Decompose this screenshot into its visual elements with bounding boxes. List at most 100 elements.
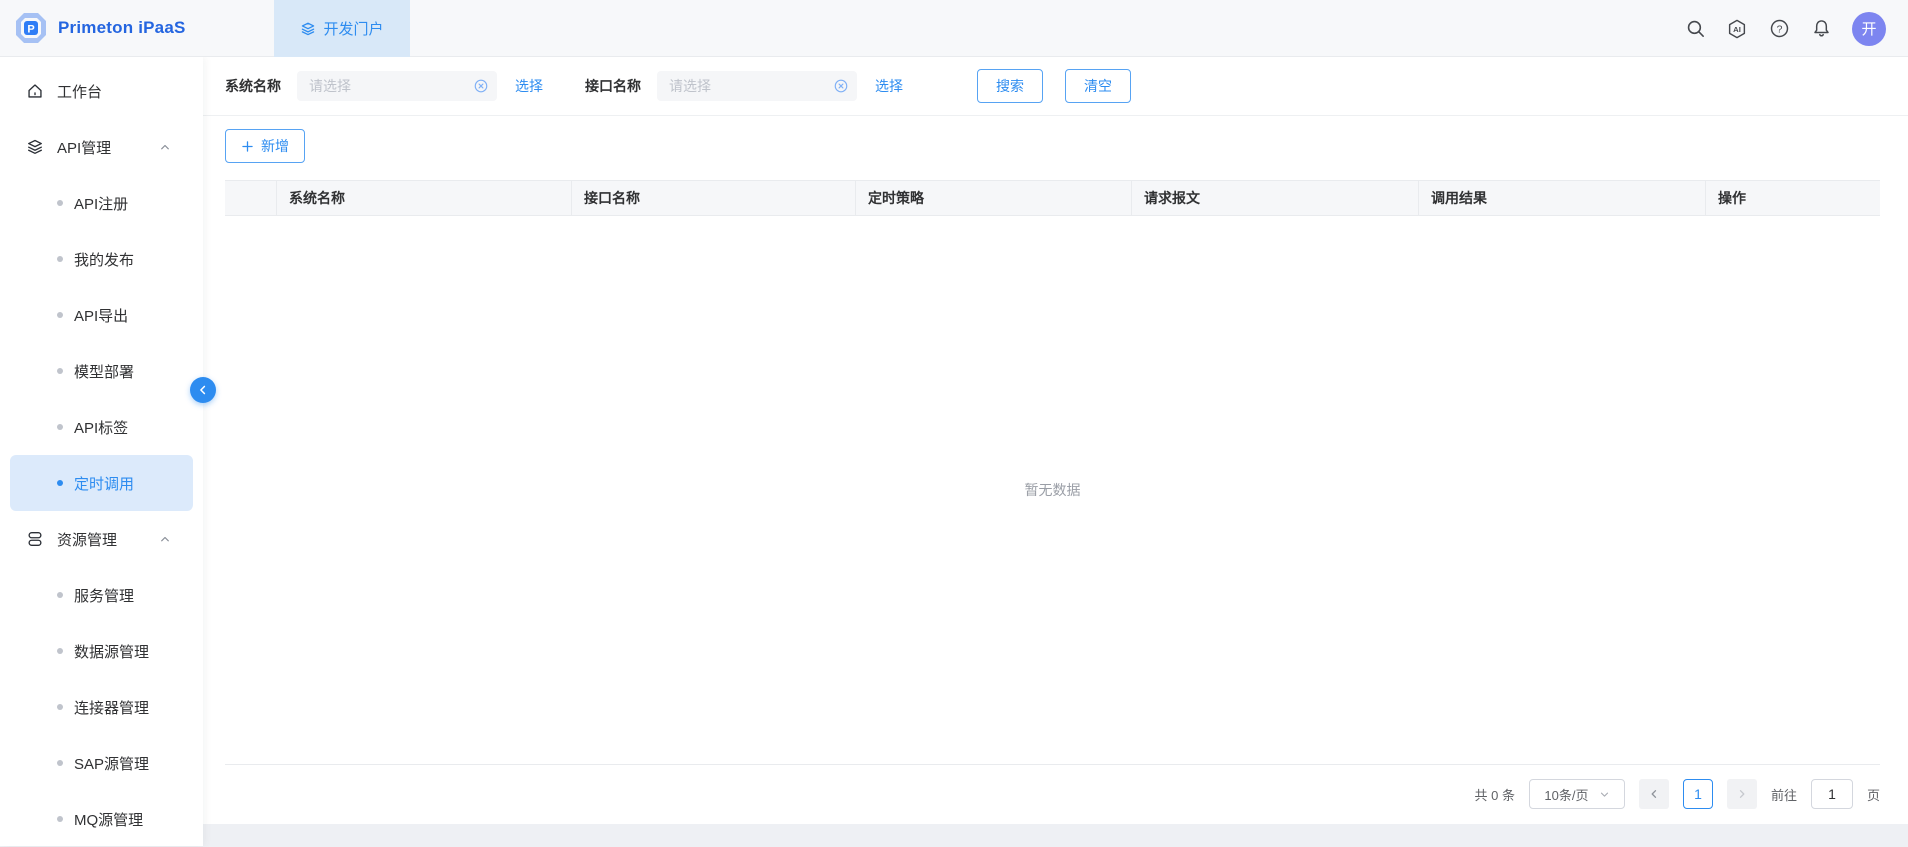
filter-buttons: 搜索 清空 [977, 69, 1131, 103]
header-actions: AI ? 开 [1684, 0, 1908, 57]
brand-name: Primeton iPaaS [58, 18, 186, 38]
sidebar-item-scheduled-call[interactable]: 定时调用 [10, 455, 193, 511]
sidebar-item-api-register[interactable]: API注册 [0, 175, 203, 231]
bullet-icon [57, 424, 63, 430]
chevron-left-icon [196, 383, 210, 397]
svg-text:AI: AI [1733, 24, 1741, 33]
add-button-label: 新增 [261, 136, 289, 156]
bullet-icon [57, 816, 63, 822]
sidebar-item-api-export[interactable]: API导出 [0, 287, 203, 343]
sidebar-group-label: 资源管理 [57, 529, 117, 550]
sidebar-item-label: SAP源管理 [74, 753, 149, 774]
system-name-label: 系统名称 [225, 76, 281, 96]
table-header-system-name: 系统名称 [277, 181, 572, 215]
clear-circle-icon[interactable] [833, 78, 849, 94]
user-avatar[interactable]: 开 [1852, 12, 1886, 46]
svg-text:P: P [27, 24, 34, 36]
page-size-value: 10条/页 [1544, 785, 1588, 804]
clear-circle-icon[interactable] [473, 78, 489, 94]
scheduled-call-table: 系统名称 接口名称 定时策略 请求报文 调用结果 操作 暂无数据 共 0 条 1… [225, 180, 1880, 823]
layers-icon [26, 138, 44, 156]
tab-dev-portal-label: 开发门户 [323, 18, 383, 39]
bullet-icon [57, 704, 63, 710]
bullet-icon [57, 368, 63, 374]
pagination-bar: 共 0 条 10条/页 1 前 [225, 765, 1880, 823]
sidebar-item-mq-source-management[interactable]: MQ源管理 [0, 791, 203, 847]
sidebar-item-label: 模型部署 [74, 361, 134, 382]
chevron-up-icon [159, 533, 171, 545]
sidebar-item-label: API导出 [74, 305, 128, 326]
bullet-icon [57, 760, 63, 766]
sidebar-item-label: 数据源管理 [74, 641, 149, 662]
pagination-total: 共 0 条 [1475, 785, 1515, 804]
primeton-logo-icon: P [14, 11, 48, 45]
sidebar-item-connector-management[interactable]: 连接器管理 [0, 679, 203, 735]
layers-icon [300, 21, 316, 37]
bullet-icon [57, 592, 63, 598]
bullet-icon [57, 200, 63, 206]
sidebar-collapse-button[interactable] [190, 377, 216, 403]
sidebar-group-label: API管理 [57, 137, 111, 158]
next-page-button[interactable] [1727, 779, 1757, 809]
bullet-icon [57, 648, 63, 654]
sidebar-item-label: 连接器管理 [74, 697, 149, 718]
interface-name-field-wrap [657, 71, 857, 101]
table-header-row: 系统名称 接口名称 定时策略 请求报文 调用结果 操作 [225, 180, 1880, 216]
chevron-left-icon [1648, 788, 1660, 800]
page-size-select[interactable]: 10条/页 [1529, 779, 1625, 809]
interface-name-label: 接口名称 [585, 76, 641, 96]
sidebar-item-workbench[interactable]: 工作台 [0, 63, 203, 119]
bullet-icon [57, 480, 63, 486]
system-select-link[interactable]: 选择 [515, 76, 543, 96]
ai-assistant-icon[interactable]: AI [1726, 18, 1748, 40]
help-icon[interactable]: ? [1768, 18, 1790, 40]
table-header-expand [225, 181, 277, 215]
interface-name-input[interactable] [657, 71, 857, 101]
notifications-bell-icon[interactable] [1810, 18, 1832, 40]
sidebar-item-label: 我的发布 [74, 249, 134, 270]
sidebar-item-sap-source-management[interactable]: SAP源管理 [0, 735, 203, 791]
bullet-icon [57, 312, 63, 318]
sidebar-item-datasource-management[interactable]: 数据源管理 [0, 623, 203, 679]
interface-select-link[interactable]: 选择 [875, 76, 903, 96]
search-icon[interactable] [1684, 18, 1706, 40]
brand-logo: P Primeton iPaaS [0, 11, 260, 45]
table-header-interface-name: 接口名称 [572, 181, 856, 215]
current-page-button[interactable]: 1 [1683, 779, 1713, 809]
chevron-up-icon [159, 141, 171, 153]
sidebar-item-label: 服务管理 [74, 585, 134, 606]
clear-button[interactable]: 清空 [1065, 69, 1131, 103]
add-button[interactable]: 新增 [225, 129, 305, 163]
empty-state-text: 暂无数据 [1025, 480, 1081, 500]
sidebar-item-label: API注册 [74, 193, 128, 214]
sidebar-nav: 工作台 API管理 API注册 我的发布 API导出 [0, 57, 203, 846]
sidebar-item-my-publish[interactable]: 我的发布 [0, 231, 203, 287]
home-icon [26, 82, 44, 100]
system-name-field-wrap [297, 71, 497, 101]
table-empty-body: 暂无数据 [225, 216, 1880, 765]
bullet-icon [57, 256, 63, 262]
goto-page-input[interactable] [1811, 779, 1853, 809]
chevron-down-icon [1599, 789, 1610, 800]
plus-icon [241, 140, 254, 153]
sidebar-item-api-tags[interactable]: API标签 [0, 399, 203, 455]
table-header-schedule-policy: 定时策略 [856, 181, 1132, 215]
svg-text:?: ? [1776, 23, 1782, 35]
sidebar-item-model-deploy[interactable]: 模型部署 [0, 343, 203, 399]
goto-label: 前往 [1771, 785, 1797, 804]
table-header-call-result: 调用结果 [1419, 181, 1706, 215]
user-avatar-label: 开 [1861, 18, 1876, 39]
database-icon [26, 530, 44, 548]
prev-page-button[interactable] [1639, 779, 1669, 809]
page-unit-label: 页 [1867, 785, 1880, 804]
sidebar-group-api-management[interactable]: API管理 [0, 119, 203, 175]
sidebar-item-label: API标签 [74, 417, 128, 438]
chevron-right-icon [1736, 788, 1748, 800]
tab-dev-portal[interactable]: 开发门户 [274, 0, 410, 57]
system-name-input[interactable] [297, 71, 497, 101]
top-header: P Primeton iPaaS 开发门户 [0, 0, 1908, 57]
sidebar-item-service-management[interactable]: 服务管理 [0, 567, 203, 623]
sidebar-group-resource-management[interactable]: 资源管理 [0, 511, 203, 567]
search-button[interactable]: 搜索 [977, 69, 1043, 103]
sidebar-item-label: 工作台 [57, 81, 102, 102]
